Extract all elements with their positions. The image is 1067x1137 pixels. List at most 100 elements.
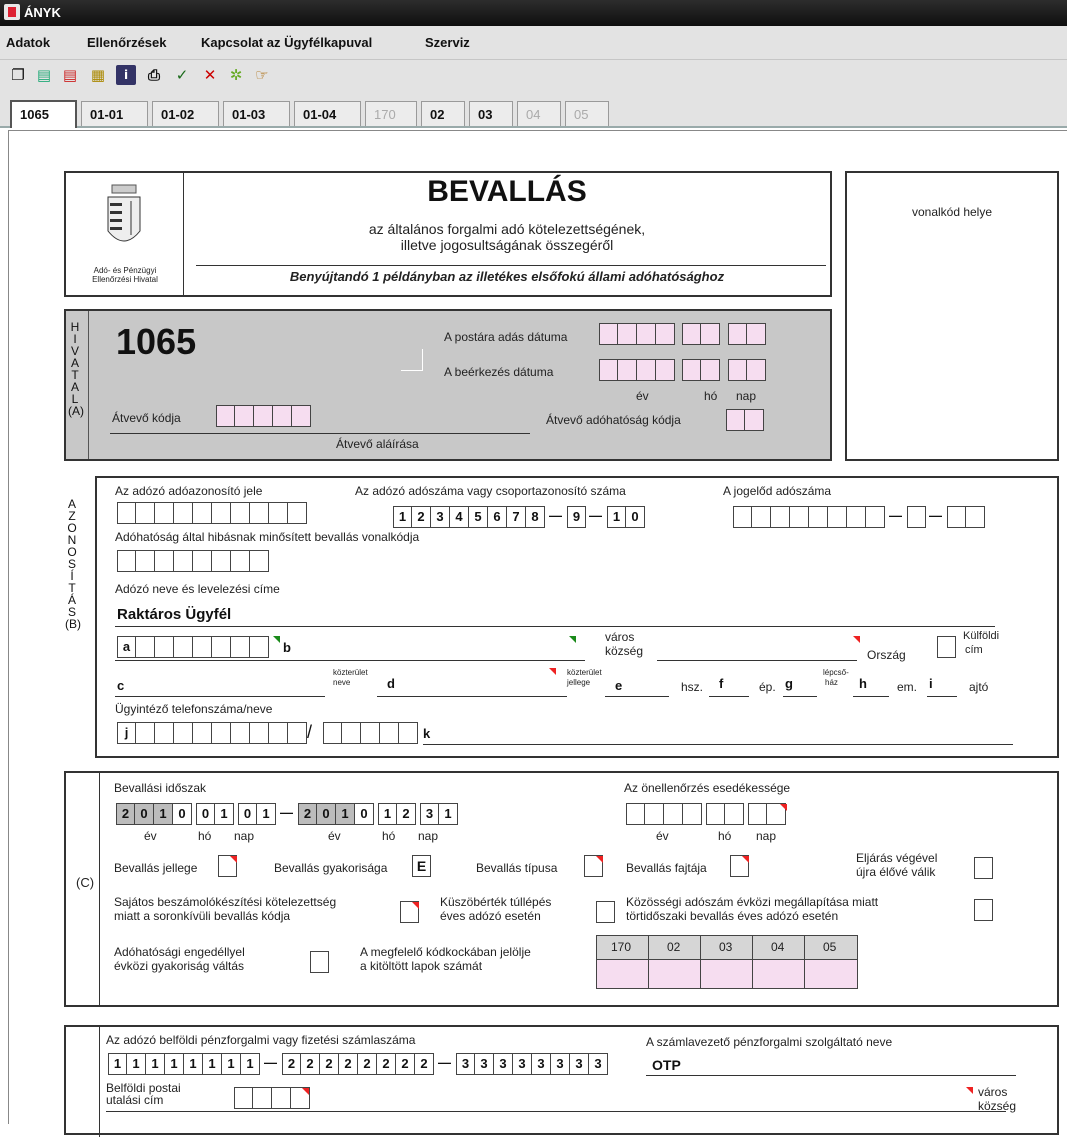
- page-count-cell[interactable]: [753, 960, 805, 988]
- tab-01-03[interactable]: 01-03: [223, 101, 290, 126]
- coat-of-arms-icon: [107, 184, 141, 242]
- tax-number-digit: 6: [488, 506, 507, 528]
- next-icon[interactable]: ☞: [252, 65, 272, 85]
- period-to-date[interactable]: 20101231: [298, 803, 458, 825]
- check-icon[interactable]: ✓: [172, 65, 192, 85]
- revival-label-1: Eljárás végével: [856, 851, 938, 865]
- threshold-checkbox[interactable]: [596, 901, 615, 923]
- month-label: hó: [198, 829, 212, 843]
- predecessor-tax-number[interactable]: [733, 506, 885, 528]
- tax-number-digit: 4: [450, 506, 469, 528]
- page-header: 05: [805, 936, 857, 960]
- tax-number-vat-code[interactable]: 9: [567, 506, 586, 528]
- postal-transfer-label-2: utalási cím: [106, 1093, 164, 1107]
- page-count-cell[interactable]: [701, 960, 753, 988]
- bank-account-part-3[interactable]: 33333333: [456, 1053, 608, 1075]
- date-digit: 0: [135, 803, 154, 825]
- save-as-icon[interactable]: ▤: [60, 65, 80, 85]
- receiver-code-input[interactable]: [216, 405, 311, 427]
- arrival-date-day[interactable]: [728, 359, 766, 381]
- account-digit: 1: [165, 1053, 184, 1075]
- foreign-address-label: cím: [965, 644, 983, 656]
- account-digit: 1: [127, 1053, 146, 1075]
- account-digit: 2: [358, 1053, 377, 1075]
- tax-number-digit: 1: [393, 506, 412, 528]
- tab-01-01[interactable]: 01-01: [81, 101, 148, 126]
- field-i-label: i: [929, 676, 933, 691]
- save-icon[interactable]: ▤: [34, 65, 54, 85]
- tab-01-04[interactable]: 01-04: [294, 101, 361, 126]
- page-header: 04: [753, 936, 805, 960]
- predecessor-county-code[interactable]: [947, 506, 985, 528]
- arrival-date-month[interactable]: [682, 359, 720, 381]
- phone-extension-input[interactable]: [323, 722, 418, 744]
- revival-checkbox[interactable]: [974, 857, 993, 879]
- delete-icon[interactable]: ✕: [200, 65, 220, 85]
- copy-icon[interactable]: ❐: [8, 65, 28, 85]
- account-digit: 3: [532, 1053, 551, 1075]
- return-frequency-input[interactable]: E: [412, 855, 431, 877]
- page-count-cell[interactable]: [649, 960, 701, 988]
- menu-ellenorzesek[interactable]: Ellenőrzések: [87, 35, 167, 50]
- phone-label: Ügyintéző telefonszáma/neve: [115, 702, 273, 716]
- bank-account-part-1[interactable]: 11111111: [108, 1053, 260, 1075]
- calculate-icon[interactable]: ✲: [226, 65, 246, 85]
- print-icon[interactable]: ⎙: [144, 65, 164, 85]
- post-date-year[interactable]: [599, 323, 675, 345]
- tax-number-input[interactable]: 12345678: [393, 506, 545, 528]
- date-digit: 1: [378, 803, 397, 825]
- postal-code-input[interactable]: [234, 1087, 310, 1109]
- tab-01-02[interactable]: 01-02: [152, 101, 219, 126]
- barcode-label: vonalkód helye: [911, 205, 993, 219]
- field-c-label: c: [117, 678, 125, 693]
- foreign-address-checkbox[interactable]: [937, 636, 956, 658]
- frequency-change-checkbox[interactable]: [310, 951, 329, 973]
- menu-szerviz[interactable]: Szerviz: [425, 35, 470, 50]
- print-preview-icon[interactable]: ▦: [88, 65, 108, 85]
- menu-kapcsolat[interactable]: Kapcsolat az Ügyfélkapuval: [201, 35, 372, 50]
- postal-code-input[interactable]: a: [117, 636, 269, 658]
- page-count-cell[interactable]: [805, 960, 857, 988]
- taxpayer-name[interactable]: Raktáros Ügyfél: [117, 606, 231, 623]
- predecessor-vat-code[interactable]: [907, 506, 926, 528]
- window-titlebar: ÁNYK: [0, 0, 1067, 26]
- frequency-change-label-2: évközi gyakoriság váltás: [114, 959, 245, 973]
- arrival-date-label: A beérkezés dátuma: [444, 365, 554, 379]
- post-date-day[interactable]: [728, 323, 766, 345]
- tab-1065[interactable]: 1065: [10, 100, 77, 128]
- phone-input[interactable]: j: [117, 722, 307, 744]
- period-from-date[interactable]: 20100101: [116, 803, 276, 825]
- name-address-label: Adózó neve és levelezési címe: [115, 582, 280, 596]
- self-check-date[interactable]: [626, 803, 786, 825]
- arrival-date-year[interactable]: [599, 359, 675, 381]
- day-label: nap: [418, 829, 439, 843]
- tax-id-input[interactable]: [117, 502, 307, 524]
- tab-02[interactable]: 02: [421, 101, 465, 126]
- threshold-label-2: éves adózó esetén: [440, 909, 541, 923]
- post-date-month[interactable]: [682, 323, 720, 345]
- tax-office-code-input[interactable]: [726, 409, 764, 431]
- field-a-label: a: [117, 636, 136, 658]
- month-label: hó: [382, 829, 396, 843]
- building-label: ép.: [759, 680, 776, 694]
- community-tax-label-2: törtidőszaki bevallás éves adózó esetén: [626, 909, 839, 923]
- menu-adatok[interactable]: Adatok: [6, 35, 50, 50]
- info-icon[interactable]: i: [116, 65, 136, 85]
- faulty-barcode-input[interactable]: [117, 550, 269, 572]
- tab-05[interactable]: 05: [565, 101, 609, 126]
- bank-account-part-2[interactable]: 22222222: [282, 1053, 434, 1075]
- submit-note: Benyújtandó 1 példányban az illetékes el…: [289, 269, 725, 284]
- account-digit: 3: [475, 1053, 494, 1075]
- tab-03[interactable]: 03: [469, 101, 513, 126]
- tax-number-county-code[interactable]: 10: [607, 506, 645, 528]
- tax-number-digit: 7: [507, 506, 526, 528]
- provider-name[interactable]: OTP: [652, 1057, 681, 1073]
- tab-04[interactable]: 04: [517, 101, 561, 126]
- community-tax-checkbox[interactable]: [974, 899, 993, 921]
- account-digit: 2: [415, 1053, 434, 1075]
- page-count-cell[interactable]: [597, 960, 649, 988]
- account-digit: 2: [396, 1053, 415, 1075]
- date-digit: 3: [420, 803, 439, 825]
- tab-170[interactable]: 170: [365, 101, 417, 126]
- account-digit: 3: [513, 1053, 532, 1075]
